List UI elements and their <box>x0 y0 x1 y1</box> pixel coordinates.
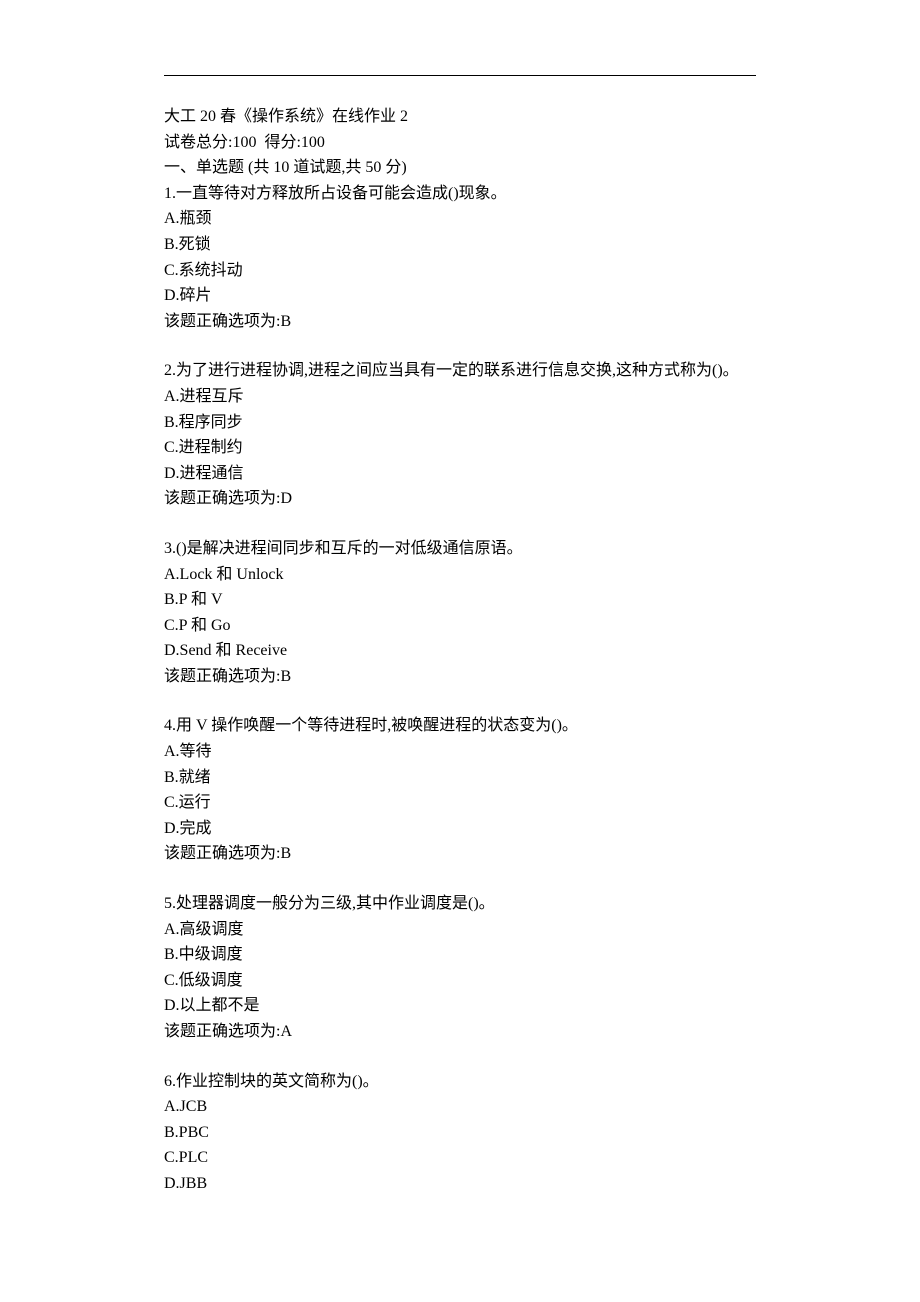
question-stem: 3.()是解决进程间同步和互斥的一对低级通信原语。 <box>164 536 756 562</box>
answer-line: 该题正确选项为:A <box>164 1019 756 1045</box>
doc-title: 大工 20 春《操作系统》在线作业 2 <box>164 104 756 130</box>
question-stem: 6.作业控制块的英文简称为()。 <box>164 1069 756 1095</box>
option-a: A.瓶颈 <box>164 206 756 232</box>
option-b: B.PBC <box>164 1120 756 1146</box>
answer-line: 该题正确选项为:B <box>164 309 756 335</box>
score-line: 试卷总分:100 得分:100 <box>164 130 756 156</box>
option-c: C.低级调度 <box>164 968 756 994</box>
top-rule <box>164 75 756 76</box>
question-block: 2.为了进行进程协调,进程之间应当具有一定的联系进行信息交换,这种方式称为()。… <box>164 358 756 512</box>
question-stem: 1.一直等待对方释放所占设备可能会造成()现象。 <box>164 181 756 207</box>
question-block: 3.()是解决进程间同步和互斥的一对低级通信原语。 A.Lock 和 Unloc… <box>164 536 756 690</box>
question-stem: 4.用 V 操作唤醒一个等待进程时,被唤醒进程的状态变为()。 <box>164 713 756 739</box>
option-b: B.P 和 V <box>164 587 756 613</box>
option-a: A.高级调度 <box>164 917 756 943</box>
question-block: 4.用 V 操作唤醒一个等待进程时,被唤醒进程的状态变为()。 A.等待 B.就… <box>164 713 756 867</box>
option-a: A.Lock 和 Unlock <box>164 562 756 588</box>
option-c: C.进程制约 <box>164 435 756 461</box>
option-d: D.完成 <box>164 816 756 842</box>
header-block: 大工 20 春《操作系统》在线作业 2 试卷总分:100 得分:100 一、单选… <box>164 104 756 334</box>
option-c: C.运行 <box>164 790 756 816</box>
option-d: D.JBB <box>164 1171 756 1197</box>
option-c: C.系统抖动 <box>164 258 756 284</box>
question-stem: 2.为了进行进程协调,进程之间应当具有一定的联系进行信息交换,这种方式称为()。 <box>164 358 756 384</box>
option-b: B.死锁 <box>164 232 756 258</box>
option-b: B.中级调度 <box>164 942 756 968</box>
option-d: D.Send 和 Receive <box>164 638 756 664</box>
answer-line: 该题正确选项为:B <box>164 841 756 867</box>
option-d: D.以上都不是 <box>164 993 756 1019</box>
option-a: A.进程互斥 <box>164 384 756 410</box>
option-b: B.就绪 <box>164 765 756 791</box>
option-d: D.进程通信 <box>164 461 756 487</box>
answer-line: 该题正确选项为:D <box>164 486 756 512</box>
question-stem: 5.处理器调度一般分为三级,其中作业调度是()。 <box>164 891 756 917</box>
option-a: A.JCB <box>164 1094 756 1120</box>
option-c: C.PLC <box>164 1145 756 1171</box>
option-a: A.等待 <box>164 739 756 765</box>
document-page: 大工 20 春《操作系统》在线作业 2 试卷总分:100 得分:100 一、单选… <box>0 0 920 1302</box>
option-b: B.程序同步 <box>164 410 756 436</box>
question-block: 6.作业控制块的英文简称为()。 A.JCB B.PBC C.PLC D.JBB <box>164 1069 756 1197</box>
option-c: C.P 和 Go <box>164 613 756 639</box>
answer-line: 该题正确选项为:B <box>164 664 756 690</box>
option-d: D.碎片 <box>164 283 756 309</box>
section-header: 一、单选题 (共 10 道试题,共 50 分) <box>164 155 756 181</box>
question-block: 5.处理器调度一般分为三级,其中作业调度是()。 A.高级调度 B.中级调度 C… <box>164 891 756 1045</box>
